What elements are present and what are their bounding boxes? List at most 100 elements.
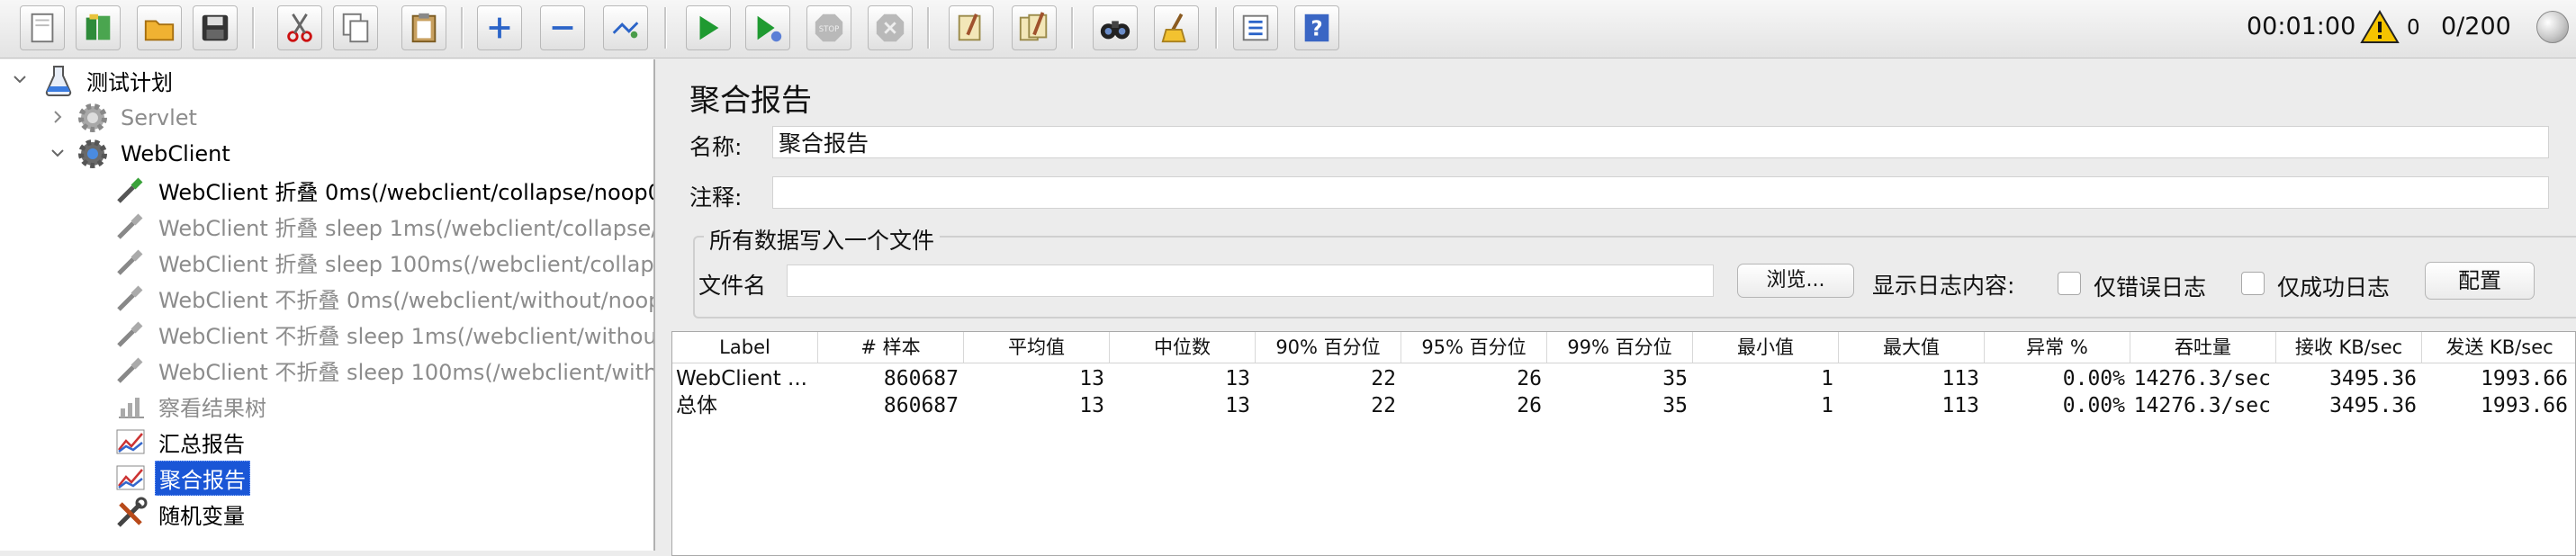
column-header[interactable]: # 样本: [818, 332, 964, 363]
column-header[interactable]: 最大值: [1839, 332, 1985, 363]
table-cell: 1: [1821, 394, 1833, 417]
new-icon[interactable]: [20, 5, 65, 50]
name-field[interactable]: [772, 126, 2549, 158]
test-plan-tree[interactable]: 测试计划 Servlet WebClient WebClient 折叠 0ms(…: [0, 59, 655, 551]
save-icon[interactable]: [193, 5, 238, 50]
stop-icon[interactable]: STOP: [806, 5, 851, 50]
tree-node-label: WebClient 不折叠 0ms(/webclient/without/noo…: [158, 287, 655, 313]
column-header[interactable]: 接收 KB/sec: [2276, 332, 2422, 363]
table-cell: 3495.36: [2329, 367, 2417, 390]
chevron-down-icon[interactable]: [11, 70, 29, 88]
aggregate-report-panel: 聚合报告 名称: 注释: 所有数据写入一个文件 文件名 浏览... 显示日志内容…: [657, 59, 2576, 556]
tree-node-sampler[interactable]: WebClient 折叠 sleep 100ms(/webclient/coll…: [113, 245, 654, 279]
table-cell: 0.00%: [2062, 367, 2125, 390]
tree-node-sampler[interactable]: WebClient 不折叠 sleep 1ms(/webclient/witho…: [113, 317, 653, 351]
chevron-down-icon[interactable]: [49, 144, 67, 162]
errors-only-checkbox[interactable]: [2058, 272, 2081, 295]
tree-node-label: WebClient 不折叠 sleep 100ms(/webclient/wit…: [158, 359, 653, 385]
table-cell: 860687: [883, 367, 959, 390]
toggle-icon[interactable]: [603, 5, 648, 50]
tree-node-label: WebClient 折叠 sleep 100ms(/webclient/coll…: [158, 251, 654, 277]
table-cell: 26: [1517, 394, 1542, 417]
column-header[interactable]: 吞吐量: [2130, 332, 2276, 363]
success-only-checkbox[interactable]: [2241, 272, 2265, 295]
chevron-right-icon[interactable]: [49, 108, 67, 126]
tree-node-label: 汇总报告: [158, 431, 245, 457]
open-icon[interactable]: [137, 5, 182, 50]
templates-icon[interactable]: [76, 5, 121, 50]
table-cell: 860687: [883, 394, 959, 417]
start-icon[interactable]: [686, 5, 731, 50]
filename-field[interactable]: [787, 265, 1714, 297]
expand-icon[interactable]: [477, 5, 522, 50]
paste-icon[interactable]: [401, 5, 446, 50]
tree-node-webclient[interactable]: WebClient: [76, 137, 234, 171]
column-header[interactable]: 90% 百分位: [1256, 332, 1401, 363]
pipette-icon: [113, 317, 148, 351]
tree-node-label: 随机变量: [158, 503, 245, 529]
search-icon[interactable]: [1093, 5, 1138, 50]
tree-node-sampler[interactable]: WebClient 折叠 0ms(/webclient/collapse/noo…: [113, 173, 655, 207]
table-cell: 1993.66: [2481, 394, 2568, 417]
tree-node-label: 聚合报告: [155, 460, 250, 496]
column-header[interactable]: 异常 %: [1985, 332, 2130, 363]
pipette-icon: [113, 173, 148, 207]
table-row[interactable]: 总体 860687 13 13 22 26 35 1 113 0.00% 142…: [672, 391, 2575, 420]
shutdown-icon[interactable]: [868, 5, 913, 50]
gear-icon: [76, 101, 110, 135]
table-cell: 13: [1225, 394, 1250, 417]
comment-field[interactable]: [772, 176, 2549, 209]
browse-button[interactable]: 浏览...: [1737, 264, 1854, 298]
thread-count: 0/200: [2441, 13, 2511, 40]
tree-node-label: 测试计划: [86, 69, 173, 95]
svg-text:?: ?: [1311, 18, 1322, 41]
column-header[interactable]: 最小值: [1693, 332, 1839, 363]
pipette-icon: [113, 209, 148, 243]
column-header[interactable]: 中位数: [1110, 332, 1256, 363]
clear-all-icon[interactable]: [1012, 5, 1057, 50]
tree-node-label: WebClient 折叠 0ms(/webclient/collapse/noo…: [158, 179, 655, 205]
table-cell: 13: [1079, 367, 1104, 390]
cut-icon[interactable]: [277, 5, 322, 50]
table-cell: 0.00%: [2062, 394, 2125, 417]
tree-node-random-variable[interactable]: 随机变量: [113, 497, 248, 531]
table-cell: 22: [1371, 394, 1396, 417]
tree-node-summary-report[interactable]: 汇总报告: [113, 425, 248, 459]
tree-node-view-results-tree[interactable]: 察看结果树: [113, 389, 270, 423]
panel-title: 聚合报告: [689, 83, 812, 119]
reset-search-icon[interactable]: [1154, 5, 1199, 50]
filename-label: 文件名: [698, 273, 767, 299]
warning-count: 0: [2407, 16, 2420, 40]
warning-icon[interactable]: [2360, 9, 2400, 45]
table-cell: 总体: [676, 394, 717, 417]
column-header[interactable]: 99% 百分位: [1547, 332, 1693, 363]
tree-node-aggregate-report[interactable]: 聚合报告: [113, 460, 250, 496]
errors-only-label: 仅错误日志: [2094, 274, 2207, 300]
column-header[interactable]: 发送 KB/sec: [2422, 332, 2575, 363]
table-row[interactable]: WebClient ... 860687 13 13 22 26 35 1 11…: [672, 364, 2575, 393]
help-icon[interactable]: ?: [1294, 5, 1339, 50]
function-helper-icon[interactable]: [1233, 5, 1278, 50]
tree-node-test-plan[interactable]: 测试计划: [41, 63, 176, 97]
column-header[interactable]: 平均值: [964, 332, 1110, 363]
column-header[interactable]: Label: [672, 332, 818, 363]
status-indicator-icon: [2536, 11, 2569, 43]
tree-node-sampler[interactable]: WebClient 折叠 sleep 1ms(/webclient/collap…: [113, 209, 653, 243]
aggregate-results-table[interactable]: Label # 样本 平均值 中位数 90% 百分位 95% 百分位 99% 百…: [671, 331, 2576, 556]
copy-icon[interactable]: [333, 5, 378, 50]
tree-node-servlet[interactable]: Servlet: [76, 101, 201, 135]
table-cell: 1: [1821, 367, 1833, 390]
start-no-pause-icon[interactable]: [745, 5, 790, 50]
collapse-icon[interactable]: [540, 5, 585, 50]
configure-button[interactable]: 配置: [2425, 262, 2535, 300]
clear-icon[interactable]: [949, 5, 994, 50]
column-header[interactable]: 95% 百分位: [1401, 332, 1547, 363]
pipette-icon: [113, 353, 148, 387]
tree-node-sampler[interactable]: WebClient 不折叠 0ms(/webclient/without/noo…: [113, 281, 655, 315]
table-cell: 35: [1662, 394, 1688, 417]
table-cell: 113: [1941, 367, 1979, 390]
comment-label: 注释:: [689, 184, 743, 211]
tree-node-sampler[interactable]: WebClient 不折叠 sleep 100ms(/webclient/wit…: [113, 353, 653, 387]
name-label: 名称:: [689, 134, 743, 160]
table-cell: 3495.36: [2329, 394, 2417, 417]
